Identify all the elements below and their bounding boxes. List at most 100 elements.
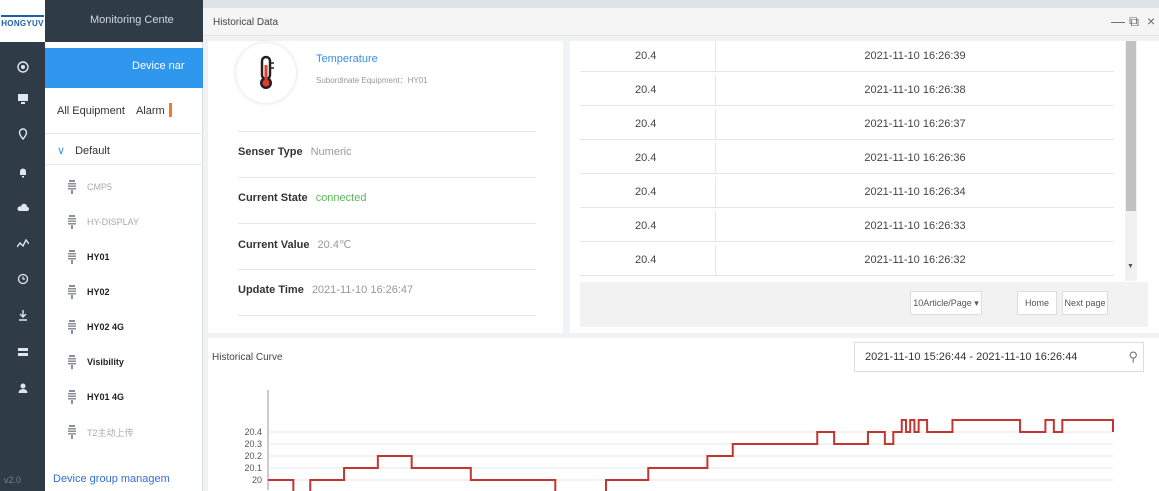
table-scrollbar[interactable]: ▼ [1125, 41, 1137, 281]
minimize-icon[interactable]: — [1111, 13, 1125, 29]
cell-time: 2021-11-10 16:26:33 [864, 220, 966, 232]
tab-alarm[interactable]: Alarm [136, 105, 165, 117]
status-value: connected [315, 192, 367, 204]
group-label: Default [75, 145, 110, 157]
curve-svg: 20 20.1 20.2 20.3 20.4 [244, 390, 1114, 491]
device-name: T2主动上传 [87, 427, 134, 438]
storage-icon[interactable] [0, 341, 45, 363]
chevron-down-icon: ▾ [974, 298, 979, 308]
historical-curve-card: Historical Curve 2021-11-10 15:26:44 - 2… [208, 338, 1159, 491]
table-row: 20.4 2021-11-10 16:26:37 [580, 109, 1114, 140]
device-item[interactable]: HY-DISPLAY [45, 205, 203, 239]
device-item[interactable]: CMP5 [45, 170, 203, 204]
device-item[interactable]: HY01 4G [45, 380, 203, 414]
field-current-state: Current State connected [238, 177, 536, 213]
divider [238, 315, 536, 316]
device-item[interactable]: HY02 [45, 275, 203, 309]
window-title: Historical Data [213, 17, 279, 28]
device-group-manage-link[interactable]: Device group managem [45, 470, 203, 491]
pulse-icon[interactable] [0, 233, 45, 255]
device-tabs: All Equipment Alarm [45, 98, 203, 126]
cell-value: 20.4 [580, 41, 716, 72]
y-tick-label: 20 [252, 475, 262, 485]
cell-value: 20.4 [580, 211, 716, 242]
device-item[interactable]: HY01 [45, 240, 203, 274]
field-key: Update Time [238, 284, 304, 296]
y-tick-label: 20.4 [244, 427, 262, 437]
search-icon[interactable]: ⚲ [1128, 349, 1138, 365]
group-default[interactable]: ∨ Default [45, 133, 203, 165]
home-button[interactable]: Home [1017, 291, 1057, 315]
pagination-bar: 10Article/Page ▾ Home Next page [580, 282, 1148, 327]
user-icon[interactable] [0, 377, 45, 399]
field-current-value: Current Value 20.4℃ [238, 223, 536, 259]
monitor-icon[interactable] [0, 88, 45, 110]
sensor-device-icon [67, 285, 77, 299]
brand-logo: HONGYUV [0, 0, 45, 42]
next-page-button[interactable]: Next page [1062, 291, 1108, 315]
cell-time: 2021-11-10 16:26:37 [864, 118, 966, 130]
window-titlebar: Historical Data — ⧉ × [203, 8, 1159, 36]
sensor-device-icon [67, 250, 77, 264]
alarm-indicator [168, 103, 172, 117]
table-row: 20.4 2021-11-10 16:26:33 [580, 211, 1114, 242]
device-name: Visibility [87, 357, 124, 367]
clock-icon[interactable] [0, 268, 45, 290]
device-panel: Monitoring Cente Device nar All Equipmen… [45, 0, 203, 491]
device-name: CMP5 [87, 182, 113, 192]
cell-value: 20.4 [580, 245, 716, 276]
sensor-device-icon [67, 180, 77, 194]
cell-time: 2021-11-10 16:26:32 [864, 254, 966, 266]
maximize-icon[interactable]: ⧉ [1129, 13, 1139, 29]
close-icon[interactable]: × [1147, 13, 1155, 29]
cell-time: 2021-11-10 16:26:34 [864, 186, 966, 198]
table-row: 20.4 2021-11-10 16:26:34 [580, 177, 1114, 208]
field-value: Numeric [310, 146, 352, 158]
scrollbar-thumb[interactable] [1126, 41, 1136, 211]
device-name: HY-DISPLAY [87, 217, 140, 227]
curve-chart: 20 20.1 20.2 20.3 20.4 [208, 380, 1159, 491]
device-item[interactable]: Visibility [45, 345, 203, 379]
version-label: v2.0 [4, 475, 22, 485]
date-range-value: 2021-11-10 15:26:44 - 2021-11-10 16:26:4… [865, 351, 1078, 363]
page-size-select[interactable]: 10Article/Page ▾ [910, 291, 982, 315]
table-row: 20.4 2021-11-10 16:26:32 [580, 245, 1114, 276]
target-icon[interactable] [0, 56, 45, 78]
location-icon[interactable] [0, 123, 45, 145]
cell-value: 20.4 [580, 143, 716, 174]
sensor-name: Temperature [316, 53, 378, 65]
y-tick-label: 20.2 [244, 451, 262, 461]
curve-title: Historical Curve [212, 352, 283, 363]
monitoring-center-title: Monitoring Cente [45, 0, 203, 42]
tab-all-equipment[interactable]: All Equipment [57, 105, 125, 117]
table-row: 20.4 2021-11-10 16:26:38 [580, 75, 1114, 106]
page-size-label: 10Article/Page [913, 298, 972, 308]
date-range-picker[interactable]: 2021-11-10 15:26:44 - 2021-11-10 16:26:4… [854, 342, 1144, 372]
table-row: 20.4 2021-11-10 16:26:36 [580, 143, 1114, 174]
cell-value: 20.4 [580, 75, 716, 106]
download-icon[interactable] [0, 304, 45, 326]
device-name: HY01 [87, 252, 110, 262]
device-name-search[interactable]: Device nar [45, 48, 203, 88]
device-name: HY02 4G [87, 322, 125, 332]
icon-rail: HONGYUV v2.0 [0, 0, 45, 491]
table-row: 20.4 2021-11-10 16:26:39 [580, 41, 1114, 72]
sensor-device-icon [67, 390, 77, 404]
cell-time: 2021-11-10 16:26:38 [864, 84, 966, 96]
history-table: 20.4 2021-11-10 16:26:39 20.4 2021-11-10 16… [580, 41, 1114, 281]
chevron-down-icon: ∨ [57, 145, 66, 157]
sensor-device-icon [67, 425, 77, 439]
cloud-icon[interactable] [0, 197, 45, 219]
field-key: Current State [238, 192, 308, 204]
historical-data-window: Historical Data — ⧉ × Temperature Subord… [203, 8, 1159, 491]
field-update-time: Update Time 2021-11-10 16:26:47 [238, 269, 536, 305]
field-senser-type: Senser Type Numeric [238, 131, 536, 167]
device-item[interactable]: T2主动上传 [45, 415, 203, 449]
y-tick-label: 20.1 [244, 463, 262, 473]
device-item[interactable]: HY02 4G [45, 310, 203, 344]
bell-icon[interactable] [0, 161, 45, 183]
field-value: 2021-11-10 16:26:47 [311, 284, 414, 296]
thermometer-icon [236, 43, 296, 103]
scroll-down-icon[interactable]: ▼ [1127, 263, 1134, 270]
field-value: 20.4℃ [317, 239, 352, 251]
